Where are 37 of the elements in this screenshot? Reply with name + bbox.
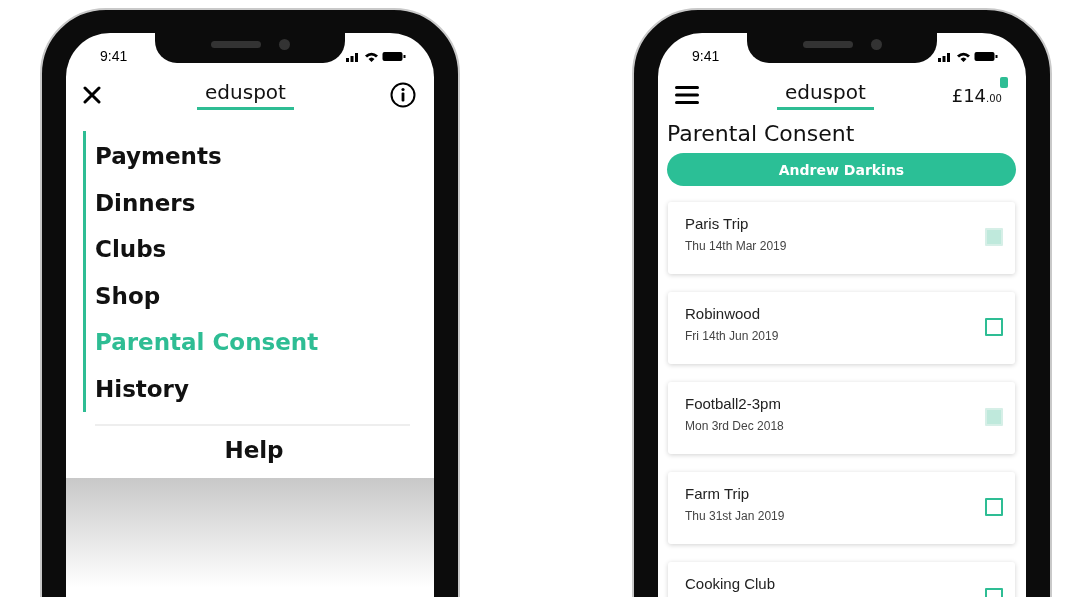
consent-title: Robinwood (685, 305, 762, 323)
menu-item[interactable]: Shop (95, 272, 434, 319)
battery-icon (974, 50, 998, 62)
consent-title: Farm Trip (685, 485, 751, 503)
battery-icon (382, 50, 406, 62)
close-icon[interactable] (83, 86, 101, 104)
consent-checkbox[interactable] (985, 498, 1003, 516)
consent-date: Mon 3rd Dec 2018 (685, 419, 784, 433)
consent-date: Fri 14th Jun 2019 (685, 329, 779, 343)
consent-title: Paris Trip (685, 215, 750, 233)
info-icon[interactable] (390, 82, 416, 108)
consent-checkbox[interactable] (985, 318, 1003, 336)
wifi-icon (956, 50, 971, 62)
page-title: Parental Consent (667, 120, 856, 148)
eduspot-logo: eduspot (776, 80, 874, 110)
menu-item[interactable]: Clubs (95, 226, 434, 273)
menu-icon[interactable] (675, 85, 699, 105)
status-time: 9:41 (100, 48, 128, 64)
signal-icon (345, 50, 361, 62)
wifi-icon (364, 50, 379, 62)
signal-icon (937, 50, 953, 62)
status-time: 9:41 (692, 48, 720, 64)
menu-item[interactable]: History (95, 365, 434, 412)
consent-date: Thu 31st Jan 2019 (685, 509, 785, 523)
consent-date: Thu 14th Mar 2019 (685, 239, 787, 253)
notification-badge (1000, 76, 1008, 88)
consent-card[interactable]: Cooking Club (668, 562, 1015, 597)
menu-item[interactable]: Payments (95, 133, 434, 180)
consent-card[interactable]: Robinwood Fri 14th Jun 2019 (668, 292, 1015, 364)
consent-card[interactable]: Farm Trip Thu 31st Jan 2019 (668, 472, 1015, 544)
eduspot-logo: eduspot (197, 80, 294, 110)
help-link[interactable]: Help (66, 426, 434, 474)
consent-card[interactable]: Football2-3pm Mon 3rd Dec 2018 (668, 382, 1015, 454)
consent-title: Cooking Club (685, 575, 776, 593)
consent-title: Football2-3pm (685, 395, 782, 413)
consent-card[interactable]: Paris Trip Thu 14th Mar 2019 (668, 202, 1015, 274)
menu-item[interactable]: Dinners (95, 179, 434, 226)
